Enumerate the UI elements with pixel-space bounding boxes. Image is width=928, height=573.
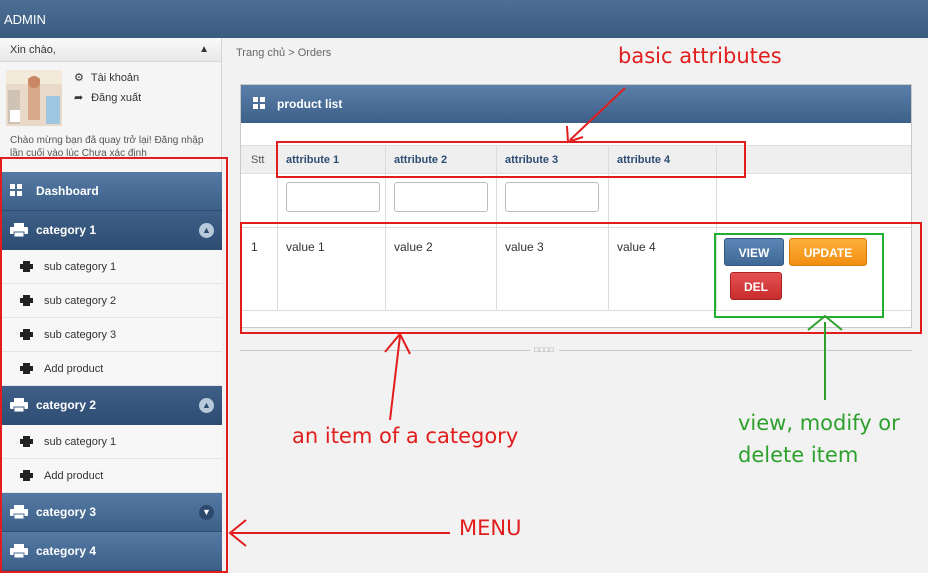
app-title: ADMIN (4, 12, 46, 27)
panel-title: product list (277, 97, 343, 111)
column-header-actions (717, 146, 911, 173)
avatar (6, 70, 62, 126)
welcome-bar[interactable]: Xin chào, ▲ (0, 38, 221, 62)
panel-header: product list (241, 85, 911, 123)
annotation-basic-attributes: basic attributes (618, 44, 782, 68)
annotation-menu: MENU (459, 516, 522, 540)
welcome-text: Xin chào, (10, 44, 56, 56)
account-link[interactable]: ⚙ Tài khoản (74, 71, 141, 91)
share-arrow-icon: ➦ (74, 92, 84, 104)
filter-input-attribute-2[interactable] (394, 182, 488, 212)
user-links: ⚙ Tài khoản ➦ Đăng xuất (74, 71, 141, 111)
filter-cell-empty (609, 174, 717, 227)
drag-handle-icon[interactable]: □□□□ (530, 347, 559, 354)
breadcrumb-home[interactable]: Trang chủ (236, 47, 285, 59)
annotation-box-actions (714, 233, 884, 318)
breadcrumb: Trang chủ > Orders (236, 47, 331, 59)
annotation-view-modify-line1: view, modify or (738, 411, 900, 435)
top-bar: ADMIN (0, 0, 928, 38)
resize-splitter[interactable]: □□□□ (240, 347, 912, 354)
annotation-box-attributes (276, 141, 746, 178)
filter-row (241, 173, 911, 227)
filter-input-attribute-1[interactable] (286, 182, 380, 212)
annotation-box-menu (0, 157, 228, 573)
filter-input-attribute-3[interactable] (505, 182, 599, 212)
annotation-item-of-category: an item of a category (292, 424, 519, 448)
filter-cell-empty (241, 174, 278, 227)
filter-cell-empty (717, 174, 911, 227)
breadcrumb-current: Orders (297, 47, 332, 59)
grid-icon (253, 97, 265, 109)
account-label: Tài khoản (90, 72, 140, 84)
column-header-stt[interactable]: Stt (241, 146, 278, 173)
breadcrumb-separator: > (288, 47, 295, 59)
logout-link[interactable]: ➦ Đăng xuất (74, 91, 141, 111)
annotation-view-modify-line2: delete item (738, 443, 859, 467)
gear-icon: ⚙ (74, 72, 84, 84)
chevron-up-icon[interactable]: ▲ (199, 44, 209, 55)
logout-label: Đăng xuất (91, 92, 142, 104)
